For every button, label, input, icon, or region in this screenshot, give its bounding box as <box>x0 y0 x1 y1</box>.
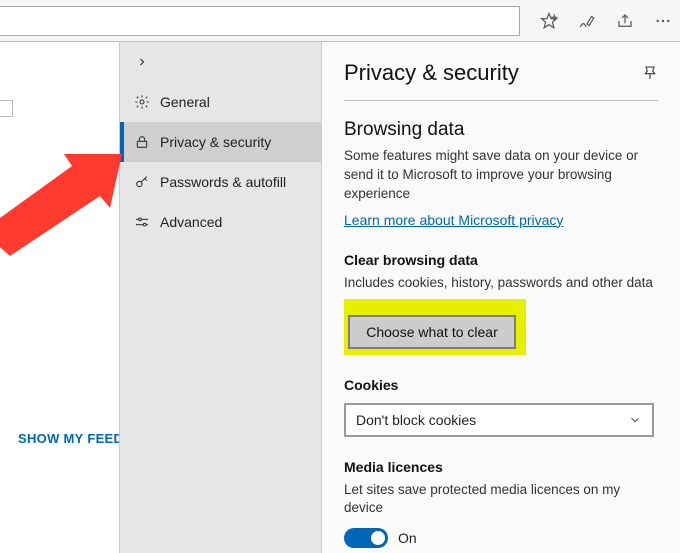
sidebar-item-privacy-security[interactable]: Privacy & security <box>120 122 321 162</box>
inking-icon[interactable] <box>578 12 596 30</box>
show-my-feed-link[interactable]: SHOW MY FEED <box>18 431 123 446</box>
media-licences-heading: Media licences <box>344 459 658 475</box>
back-button[interactable] <box>120 42 321 82</box>
sidebar-item-advanced[interactable]: Advanced <box>120 202 321 242</box>
chevron-down-icon <box>628 413 642 427</box>
sliders-icon <box>134 214 150 230</box>
key-icon <box>134 174 150 190</box>
page-title: Privacy & security <box>344 60 519 86</box>
page-background: SHOW MY FEED <box>0 42 120 552</box>
pin-icon[interactable] <box>642 65 658 81</box>
cookies-select[interactable]: Don't block cookies <box>344 403 654 437</box>
more-icon[interactable] <box>654 12 672 30</box>
settings-main-panel: Privacy & security Browsing data Some fe… <box>321 42 680 553</box>
clear-data-heading: Clear browsing data <box>344 252 658 268</box>
clear-data-desc: Includes cookies, history, passwords and… <box>344 274 658 293</box>
sidebar-item-general[interactable]: General <box>120 82 321 122</box>
sidebar-item-passwords-autofill[interactable]: Passwords & autofill <box>120 162 321 202</box>
media-licences-desc: Let sites save protected media licences … <box>344 481 658 519</box>
browsing-data-desc: Some features might save data on your de… <box>344 147 658 204</box>
cookies-select-value: Don't block cookies <box>356 412 476 428</box>
address-bar[interactable] <box>0 6 520 36</box>
privacy-learn-more-link[interactable]: Learn more about Microsoft privacy <box>344 212 563 228</box>
favorites-icon[interactable] <box>540 12 558 30</box>
share-icon[interactable] <box>616 12 634 30</box>
media-licences-toggle-label: On <box>398 530 417 546</box>
cookies-heading: Cookies <box>344 377 658 393</box>
page-box-fragment <box>0 100 13 117</box>
choose-what-to-clear-button[interactable]: Choose what to clear <box>348 315 516 349</box>
sidebar-item-label: Privacy & security <box>160 134 271 150</box>
sidebar-item-label: Passwords & autofill <box>160 174 286 190</box>
toolbar-icons <box>540 0 672 42</box>
sidebar-item-label: General <box>160 94 210 110</box>
annotation-highlight: Choose what to clear <box>344 299 526 355</box>
top-toolbar <box>0 0 680 42</box>
lock-icon <box>134 134 150 150</box>
browsing-data-heading: Browsing data <box>344 119 658 141</box>
media-licences-toggle[interactable] <box>344 528 388 548</box>
gear-icon <box>134 94 150 110</box>
sidebar-item-label: Advanced <box>160 214 222 230</box>
settings-sidebar: General Privacy & security Passwords & a… <box>119 42 321 553</box>
